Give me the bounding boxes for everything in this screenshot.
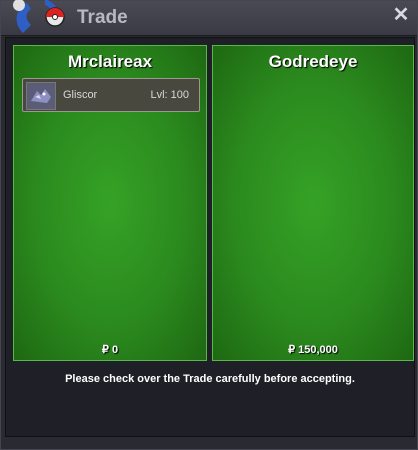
trade-content: Mrclaireax Gliscor Lvl: 100 ₽ 0 Godredey… bbox=[5, 37, 415, 437]
item-level: Lvl: 100 bbox=[150, 89, 189, 101]
trade-window: Trade ✕ Mrclaireax Gliscor Lvl: 100 ₽ 0 … bbox=[0, 0, 418, 450]
window-title: Trade bbox=[77, 7, 128, 28]
close-icon[interactable]: ✕ bbox=[391, 5, 411, 25]
gliscor-sprite-icon bbox=[26, 82, 56, 110]
left-player-name: Mrclaireax bbox=[67, 52, 153, 71]
trade-item[interactable]: Gliscor Lvl: 100 bbox=[22, 78, 200, 112]
item-name: Gliscor bbox=[63, 89, 98, 101]
title-bar[interactable]: Trade ✕ bbox=[1, 0, 417, 36]
right-money: ₽ 150,000 bbox=[288, 344, 338, 356]
trade-message: Please check over the Trade carefully be… bbox=[65, 373, 355, 385]
left-trade-panel: Mrclaireax Gliscor Lvl: 100 ₽ 0 bbox=[13, 45, 207, 361]
right-trade-panel: Godredeye ₽ 150,000 bbox=[212, 45, 414, 361]
left-money: ₽ 0 bbox=[101, 344, 119, 356]
right-player-name: Godredeye bbox=[268, 52, 358, 71]
